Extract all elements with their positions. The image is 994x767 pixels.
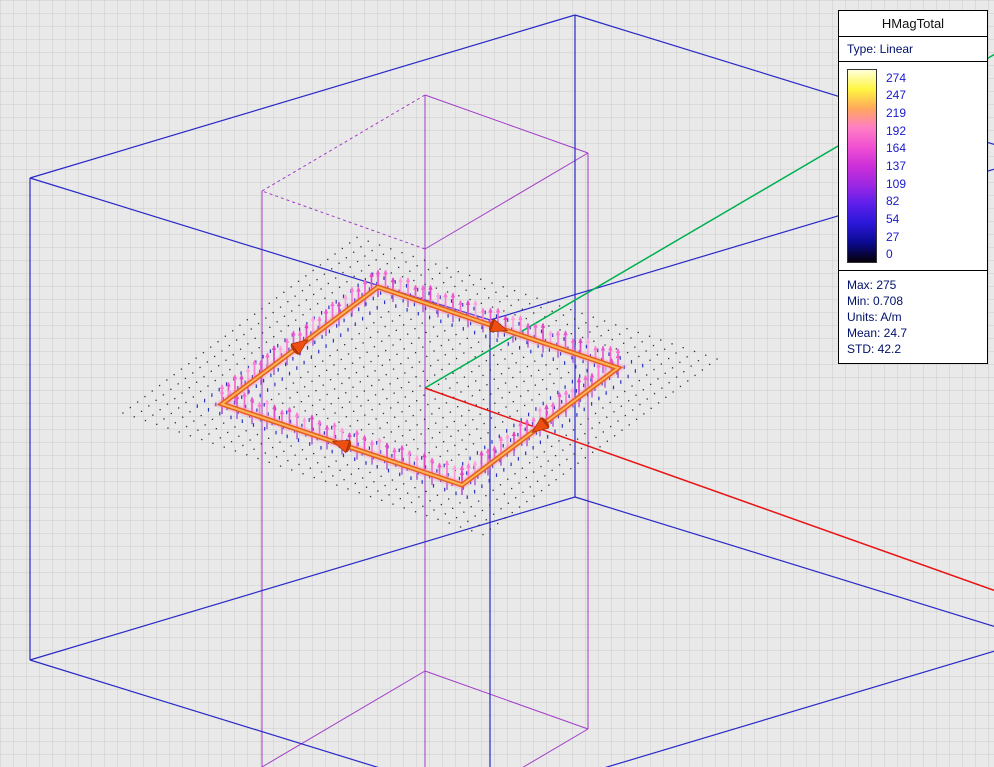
legend-scale-type: Type: Linear — [839, 37, 987, 62]
x-axis-line — [425, 388, 994, 628]
legend-stats: Max: 275Min: 0.708Units: A/mMean: 24.7ST… — [839, 271, 987, 363]
scale-label: 82 — [886, 192, 906, 210]
legend-title: HMagTotal — [839, 11, 987, 37]
scale-label: 27 — [886, 228, 906, 246]
color-scale: 2742472191921641371098254270 — [839, 62, 987, 271]
field-point-grid — [122, 237, 717, 535]
3d-viewport[interactable]: HMagTotal Type: Linear 27424721919216413… — [0, 0, 994, 767]
scale-label: 274 — [886, 69, 906, 87]
scale-label: 137 — [886, 157, 906, 175]
scale-label: 0 — [886, 245, 906, 263]
stat-line: Units: A/m — [847, 309, 979, 325]
color-scale-labels: 2742472191921641371098254270 — [886, 69, 906, 263]
scale-label: 109 — [886, 175, 906, 193]
stat-line: Min: 0.708 — [847, 293, 979, 309]
stat-line: STD: 42.2 — [847, 341, 979, 357]
stat-line: Mean: 24.7 — [847, 325, 979, 341]
scale-label: 219 — [886, 104, 906, 122]
legend-panel[interactable]: HMagTotal Type: Linear 27424721919216413… — [838, 10, 988, 364]
scale-label: 54 — [886, 210, 906, 228]
scale-label: 164 — [886, 140, 906, 158]
color-scale-bar — [847, 69, 877, 263]
scale-label: 247 — [886, 87, 906, 105]
scale-label: 192 — [886, 122, 906, 140]
stat-line: Max: 275 — [847, 277, 979, 293]
field-vectors-down — [222, 289, 618, 495]
